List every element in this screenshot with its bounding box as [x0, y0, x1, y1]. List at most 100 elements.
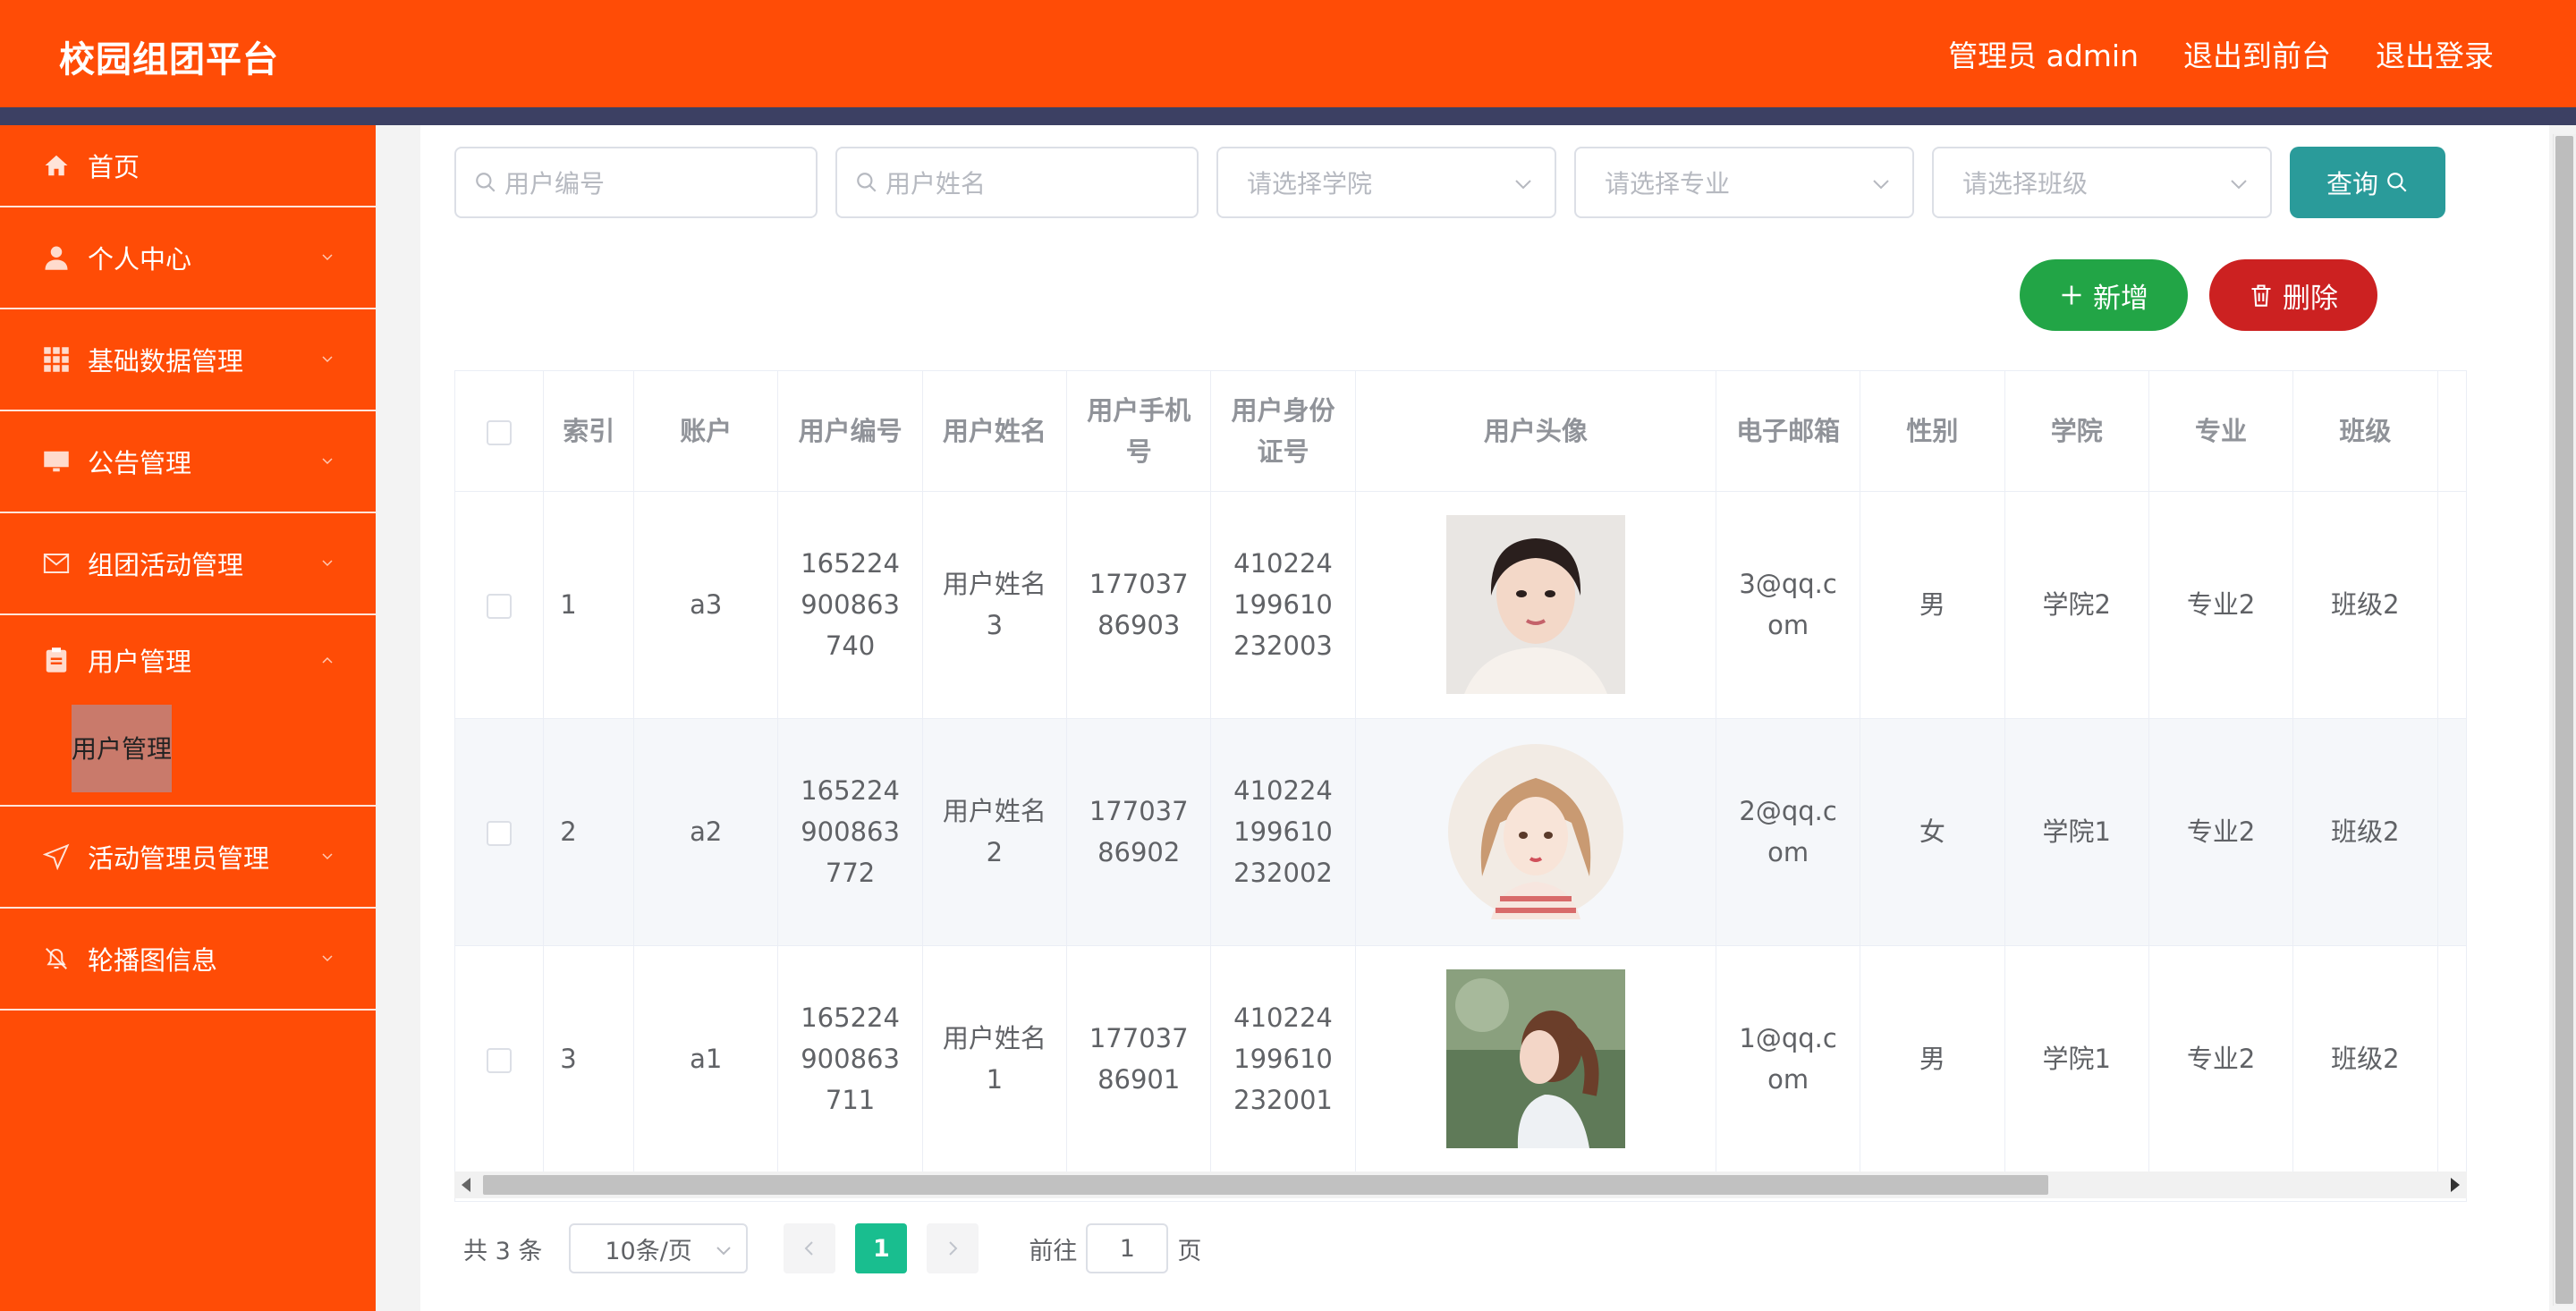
sidebar-item-group-activity[interactable]: 组团活动管理 [0, 513, 376, 615]
cell-gender: 女 [1860, 718, 2005, 946]
cell-avatar [1355, 718, 1716, 946]
col-header: 用户编号 [777, 371, 923, 492]
major-placeholder: 请选择专业 [1605, 169, 1731, 199]
row-checkbox[interactable] [487, 821, 513, 846]
cell-major: 专业2 [2148, 718, 2294, 946]
cell-user-no: 16522490086374​0 [777, 491, 923, 719]
sidebar-item-base-data[interactable]: 基础数据管理 [0, 309, 376, 411]
delete-label: 删除 [2283, 282, 2338, 315]
avatar-woman-portrait[interactable] [1445, 515, 1625, 694]
college-select[interactable]: 请选择学院 [1216, 147, 1556, 218]
cell-user-name: 用户姓名3 [922, 491, 1068, 719]
add-button[interactable]: 新增 [2020, 259, 2188, 331]
cell-index: 2 [543, 718, 635, 946]
cell-class: 班级2 [2292, 718, 2438, 946]
main-content: 用户编号 用户姓名 请选择学院 请选择专业 请选择班级 查询 新增 删除 索引 … [420, 125, 2549, 1311]
search-icon [2387, 173, 2407, 192]
chevron-right-icon [949, 1241, 958, 1256]
page-suffix: 页 [1177, 1237, 1202, 1265]
sidebar-item-notice[interactable]: 公告管理 [0, 411, 376, 513]
cell-index: 1 [543, 491, 635, 719]
chevron-down-icon [322, 254, 333, 261]
next-page-button[interactable] [927, 1223, 979, 1273]
page-size-value: 10条/页 [605, 1237, 692, 1265]
cell-extra [2437, 718, 2466, 946]
horizontal-scrollbar[interactable] [454, 1171, 2467, 1198]
admin-label[interactable]: 管理员 admin [1948, 32, 2139, 75]
sidebar-item-carousel[interactable]: 轮播图信息 [0, 909, 376, 1011]
avatar-girl-profile[interactable] [1445, 969, 1625, 1148]
chevron-left-icon [804, 1241, 814, 1256]
cell-major: 专业2 [2148, 945, 2294, 1173]
cell-user-name: 用户姓名2 [922, 718, 1068, 946]
select-all-checkbox[interactable] [487, 419, 513, 445]
delete-button[interactable]: 删除 [2209, 259, 2377, 331]
cell-gender: 男 [1860, 491, 2005, 719]
goto-page-input[interactable]: 1 [1086, 1223, 1169, 1273]
cell-user-no: 165224900863711 [777, 945, 923, 1173]
cell-avatar [1355, 491, 1716, 719]
cell-account: a1 [633, 945, 779, 1173]
cell-idcard: 410224199610232002 [1210, 718, 1356, 946]
prev-page-button[interactable] [784, 1223, 836, 1273]
major-select[interactable]: 请选择专业 [1574, 147, 1914, 218]
sidebar-item-label: 个人中心 [88, 244, 192, 275]
sidebar-item-profile[interactable]: 个人中心 [0, 207, 376, 309]
row-checkbox[interactable] [487, 1048, 513, 1073]
row-checkbox[interactable] [487, 594, 513, 619]
total-count: 共 3 条 [463, 1237, 543, 1265]
cell-phone: 17703786901 [1066, 945, 1212, 1173]
scroll-left-icon[interactable] [462, 1178, 470, 1192]
sidebar-item-home[interactable]: 首页 [0, 125, 376, 207]
chevron-down-icon [1515, 180, 1531, 190]
col-header: 用户头像 [1355, 371, 1716, 492]
sidebar-item-user-management[interactable]: 用户管理 [0, 615, 376, 705]
avatar-illustrated-girl[interactable] [1445, 742, 1625, 921]
col-header: 电子邮箱 [1716, 371, 1861, 492]
user-no-placeholder: 用户编号 [504, 169, 606, 199]
user-no-input[interactable]: 用户编号 [454, 147, 818, 218]
sidebar-item-label: 活动管理员管理 [88, 843, 270, 874]
vertical-scrollbar-thumb[interactable] [2555, 136, 2573, 1304]
cell-index: 3 [543, 945, 635, 1173]
submenu-item-user-management[interactable]: 用户管理 [72, 705, 172, 792]
col-header: 用户身份证号 [1210, 371, 1356, 492]
user-table: 索引 账户 用户编号 用户姓名 用户手机号 用户身份证号 用户头像 电子邮箱 性… [454, 370, 2467, 1202]
trash-icon [2251, 284, 2271, 307]
college-placeholder: 请选择学院 [1247, 169, 1373, 199]
cell-college: 学院2 [2004, 491, 2149, 719]
cell-class: 班级2 [2292, 945, 2438, 1173]
user-name-placeholder: 用户姓名 [886, 169, 987, 199]
top-nav: 管理员 admin 退出到前台 退出登录 [1948, 32, 2494, 75]
page-size-select[interactable]: 10条/页 [569, 1223, 749, 1273]
pagination: 共 3 条 10条/页 1 前往 1 页 [463, 1223, 1201, 1273]
mail-icon [43, 550, 70, 577]
scrollbar-thumb[interactable] [483, 1175, 2048, 1195]
cell-class: 班级2 [2292, 491, 2438, 719]
sidebar-item-activity-admin[interactable]: 活动管理员管理 [0, 807, 376, 909]
add-label: 新增 [2093, 282, 2148, 315]
select-all-cell [455, 371, 545, 492]
table-row[interactable]: 1 a3 16522490086374​0 用户姓名3 17703786903 … [455, 491, 2466, 719]
table-row[interactable]: 2 a2 165224900863772 用户姓名2 17703786902 4… [455, 718, 2466, 946]
chevron-down-icon [322, 458, 333, 465]
chevron-down-icon [322, 560, 333, 567]
user-management-submenu: 用户管理 [0, 705, 376, 807]
cell-email: 1@qq.com [1716, 945, 1861, 1173]
exit-to-front-link[interactable]: 退出到前台 [2183, 32, 2331, 75]
filter-bar: 用户编号 用户姓名 请选择学院 请选择专业 请选择班级 查询 [454, 147, 2445, 218]
col-header: 专业 [2148, 371, 2294, 492]
cell-extra [2437, 491, 2466, 719]
sidebar-item-label: 轮播图信息 [88, 945, 218, 976]
page-number-current[interactable]: 1 [855, 1223, 908, 1273]
monitor-icon [43, 448, 70, 475]
query-button[interactable]: 查询 [2290, 147, 2445, 218]
user-name-input[interactable]: 用户姓名 [835, 147, 1199, 218]
app-root: 校园组团平台 管理员 admin 退出到前台 退出登录 首页 个人中心 基础数据… [0, 0, 2576, 1311]
table-row[interactable]: 3 a1 165224900863711 用户姓名1 17703786901 4… [455, 945, 2466, 1173]
grid-icon [43, 346, 70, 373]
class-select[interactable]: 请选择班级 [1932, 147, 2272, 218]
cell-email: 2@qq.com [1716, 718, 1861, 946]
scroll-right-icon[interactable] [2451, 1178, 2460, 1192]
logout-link[interactable]: 退出登录 [2376, 32, 2494, 75]
